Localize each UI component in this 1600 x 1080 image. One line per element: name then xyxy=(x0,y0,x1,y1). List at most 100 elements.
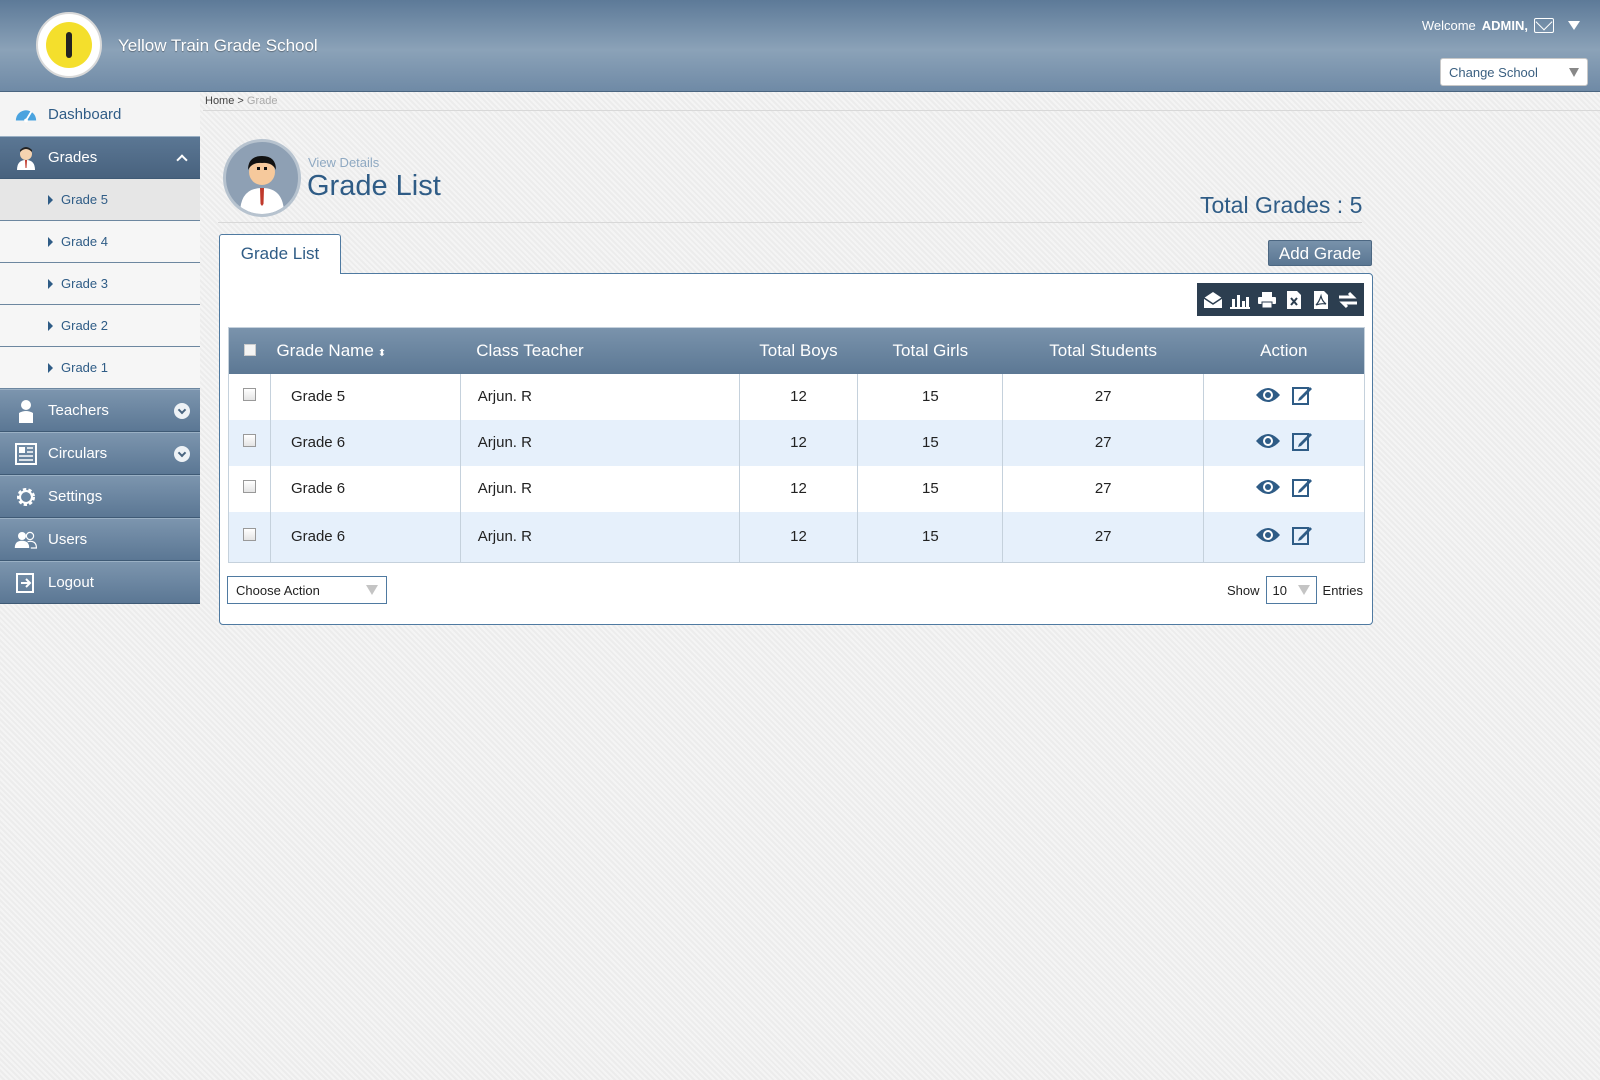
row-checkbox-cell xyxy=(229,466,271,512)
school-logo[interactable] xyxy=(36,12,102,78)
sidebar-item-teachers[interactable]: Teachers xyxy=(0,389,200,432)
cell-total-students: 27 xyxy=(1002,511,1204,563)
tab-grade-list[interactable]: Grade List xyxy=(219,234,341,274)
sidebar-subitem-grade-1[interactable]: Grade 1 xyxy=(0,347,200,389)
chevron-down-icon xyxy=(366,585,378,595)
subitem-label: Grade 5 xyxy=(61,192,108,207)
chevron-down-icon xyxy=(1569,67,1579,77)
sidebar-item-dashboard[interactable]: Dashboard xyxy=(0,92,200,136)
select-all-checkbox-cell xyxy=(229,328,271,374)
cell-grade-name: Grade 6 xyxy=(269,511,461,563)
title-divider xyxy=(218,222,1362,223)
total-grades-count: Total Grades : 5 xyxy=(1200,192,1363,218)
column-header-grade-name[interactable]: Grade Name ⬍ xyxy=(270,328,460,374)
cell-class-teacher: Arjun. R xyxy=(459,419,740,466)
welcome-text: Welcome xyxy=(1421,18,1476,33)
view-eye-icon[interactable] xyxy=(1255,386,1281,408)
email-icon[interactable] xyxy=(1201,288,1225,312)
sidebar-item-grades[interactable]: Grades xyxy=(0,136,200,179)
cell-action xyxy=(1203,373,1365,420)
cell-total-students: 27 xyxy=(1002,419,1204,466)
print-icon[interactable] xyxy=(1255,288,1279,312)
cell-action xyxy=(1203,511,1365,563)
edit-icon[interactable] xyxy=(1291,430,1313,456)
mail-icon[interactable] xyxy=(1534,18,1554,33)
choose-action-select[interactable]: Choose Action xyxy=(227,576,387,604)
grade-list-panel: Grade Name ⬍ Class Teacher Total Boys Tot… xyxy=(219,273,1373,625)
edit-icon[interactable] xyxy=(1291,524,1313,550)
cell-grade-name: Grade 5 xyxy=(269,373,461,420)
page-title: Grade List xyxy=(307,170,441,202)
table-row: Grade 6 Arjun. R 12 15 27 xyxy=(228,419,1365,466)
gear-icon xyxy=(14,486,38,508)
logo-emblem xyxy=(46,22,92,68)
user-menu-caret-icon[interactable] xyxy=(1568,21,1580,30)
sidebar-item-label: Teachers xyxy=(48,402,109,419)
column-header-total-girls: Total Girls xyxy=(892,340,969,360)
grade-table: Grade Name ⬍ Class Teacher Total Boys Tot… xyxy=(228,327,1365,563)
cell-class-teacher: Arjun. R xyxy=(459,373,740,420)
sidebar-item-logout[interactable]: Logout xyxy=(0,561,200,604)
sidebar-item-label: Dashboard xyxy=(48,105,122,123)
chevron-up-icon[interactable] xyxy=(174,150,190,166)
sidebar-subitem-grade-5[interactable]: Grade 5 xyxy=(0,179,200,221)
subitem-label: Grade 4 xyxy=(61,234,108,249)
select-all-checkbox[interactable] xyxy=(243,343,256,356)
view-eye-icon[interactable] xyxy=(1255,526,1281,548)
entries-value: 10 xyxy=(1272,582,1287,598)
change-school-select[interactable]: Change School xyxy=(1440,58,1588,86)
cell-total-girls: 15 xyxy=(857,373,1003,420)
caret-right-icon xyxy=(48,278,53,289)
chevron-down-icon xyxy=(1297,585,1310,595)
refresh-icon[interactable] xyxy=(1336,288,1360,312)
cell-total-students: 27 xyxy=(1002,465,1204,512)
row-checkbox[interactable] xyxy=(242,434,256,447)
entries-per-page-select[interactable]: 10 xyxy=(1265,576,1317,604)
edit-icon[interactable] xyxy=(1291,384,1313,410)
sidebar-subitem-grade-2[interactable]: Grade 2 xyxy=(0,305,200,347)
cell-total-boys: 12 xyxy=(738,465,858,512)
row-checkbox[interactable] xyxy=(242,388,256,401)
student-icon xyxy=(14,146,38,170)
column-header-total-students: Total Students xyxy=(1049,340,1158,360)
excel-icon[interactable] xyxy=(1282,288,1306,312)
column-header-class-teacher: Class Teacher xyxy=(476,340,584,360)
grade-avatar-icon xyxy=(223,139,301,217)
cell-class-teacher: Arjun. R xyxy=(459,511,740,563)
sidebar-subitem-grade-4[interactable]: Grade 4 xyxy=(0,221,200,263)
view-eye-icon[interactable] xyxy=(1255,432,1281,454)
logout-icon xyxy=(14,572,38,594)
sidebar-item-label: Grades xyxy=(48,149,98,166)
column-header-total-boys: Total Boys xyxy=(759,340,838,360)
subitem-label: Grade 3 xyxy=(61,276,108,291)
view-details-label: View Details xyxy=(308,155,380,170)
change-school-label: Change School xyxy=(1449,64,1538,80)
cell-action xyxy=(1203,465,1365,512)
edit-icon[interactable] xyxy=(1291,476,1313,502)
app-header: Yellow Train Grade School Welcome ADMIN,… xyxy=(0,0,1600,92)
sort-icon[interactable]: ⬍ xyxy=(378,348,386,359)
view-eye-icon[interactable] xyxy=(1255,478,1281,500)
cell-total-boys: 12 xyxy=(738,419,858,466)
caret-right-icon xyxy=(48,362,53,373)
sidebar-item-settings[interactable]: Settings xyxy=(0,475,200,518)
chart-icon[interactable] xyxy=(1228,288,1252,312)
add-grade-button[interactable]: Add Grade xyxy=(1268,240,1372,266)
row-checkbox[interactable] xyxy=(242,528,256,542)
cell-grade-name: Grade 6 xyxy=(269,419,461,466)
sidebar-item-users[interactable]: Users xyxy=(0,518,200,561)
newspaper-icon xyxy=(14,442,38,465)
breadcrumb-home[interactable]: Home xyxy=(205,95,234,107)
pdf-icon[interactable] xyxy=(1309,288,1333,312)
sidebar-item-label: Users xyxy=(48,531,88,548)
sidebar-subitem-grade-3[interactable]: Grade 3 xyxy=(0,263,200,305)
chevron-down-icon[interactable] xyxy=(174,446,190,462)
caret-right-icon xyxy=(48,236,53,247)
chevron-down-icon[interactable] xyxy=(174,403,190,419)
sidebar-item-circulars[interactable]: Circulars xyxy=(0,432,200,475)
subitem-label: Grade 1 xyxy=(61,360,108,375)
cell-class-teacher: Arjun. R xyxy=(459,465,740,512)
school-name: Yellow Train Grade School xyxy=(118,36,318,55)
entries-label: Entries xyxy=(1322,582,1363,598)
row-checkbox[interactable] xyxy=(242,480,256,493)
